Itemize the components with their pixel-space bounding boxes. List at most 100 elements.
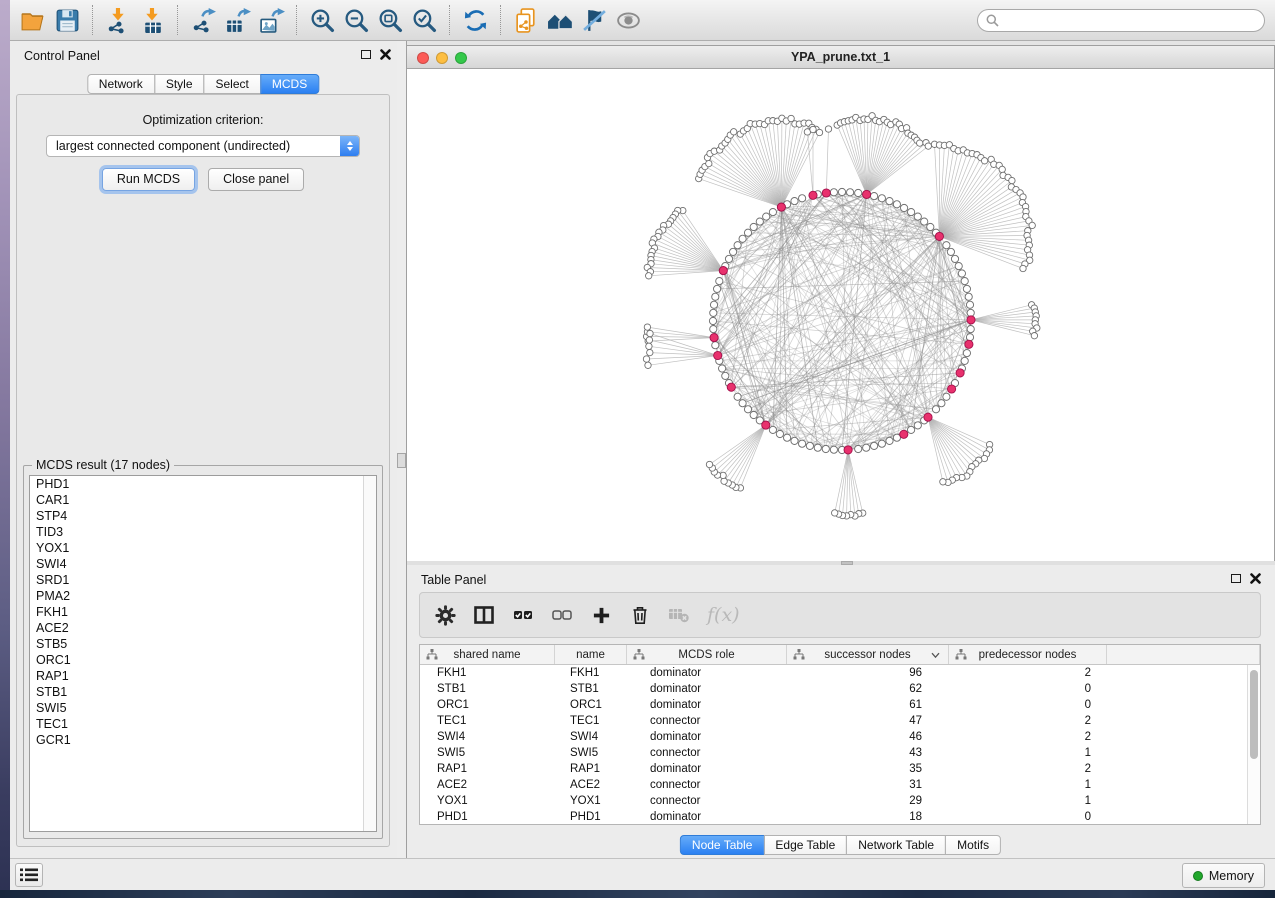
network-leaf-node[interactable] [816, 129, 822, 135]
network-node[interactable] [901, 204, 908, 211]
network-node[interactable] [943, 242, 950, 249]
network-node[interactable] [938, 400, 945, 407]
network-node[interactable] [725, 255, 732, 262]
network-node[interactable] [966, 301, 973, 308]
close-panel-button[interactable]: Close panel [208, 168, 304, 191]
delete-column-icon[interactable] [629, 604, 651, 626]
mcds-result-item[interactable]: ORC1 [30, 652, 376, 668]
network-leaf-node[interactable] [706, 461, 712, 467]
tab-select[interactable]: Select [204, 74, 261, 94]
network-node[interactable] [955, 263, 962, 270]
network-node[interactable] [886, 437, 893, 444]
zoom-out-icon[interactable] [339, 3, 373, 37]
network-node[interactable] [871, 442, 878, 449]
column-header-shared-name[interactable]: shared name [420, 645, 555, 664]
network-node[interactable] [784, 434, 791, 441]
network-node[interactable] [734, 393, 741, 400]
network-node[interactable] [967, 326, 974, 333]
network-leaf-node[interactable] [1009, 177, 1015, 183]
show-graphics-details-icon[interactable] [611, 3, 645, 37]
network-node[interactable] [734, 242, 741, 249]
hide-graphics-details-icon[interactable] [577, 3, 611, 37]
network-leaf-node[interactable] [832, 510, 838, 516]
network-node[interactable] [830, 446, 837, 453]
network-node[interactable] [744, 406, 751, 413]
network-node[interactable] [927, 223, 934, 230]
network-node[interactable] [961, 278, 968, 285]
mcds-result-item[interactable]: TEC1 [30, 716, 376, 732]
network-node[interactable] [914, 213, 921, 220]
network-node[interactable] [921, 218, 928, 225]
network-node[interactable] [838, 188, 845, 195]
network-node[interactable] [830, 189, 837, 196]
close-table-panel-icon[interactable] [1250, 573, 1261, 584]
save-session-icon[interactable] [50, 3, 84, 37]
mcds-node[interactable] [844, 446, 852, 454]
network-node[interactable] [791, 437, 798, 444]
network-node[interactable] [878, 195, 885, 202]
network-node[interactable] [863, 444, 870, 451]
network-leaf-node[interactable] [981, 158, 987, 164]
mcds-list-scrollbar[interactable] [363, 476, 376, 831]
mcds-node[interactable] [809, 191, 817, 199]
network-node[interactable] [932, 406, 939, 413]
run-mcds-button[interactable]: Run MCDS [102, 168, 195, 191]
mcds-result-item[interactable]: YOX1 [30, 540, 376, 556]
table-row[interactable]: PHD1PHD1dominator180 [420, 809, 1260, 825]
mcds-node[interactable] [956, 369, 964, 377]
network-leaf-node[interactable] [706, 160, 712, 166]
float-table-panel-icon[interactable] [1231, 574, 1241, 583]
network-node[interactable] [739, 400, 746, 407]
mcds-result-item[interactable]: SWI5 [30, 700, 376, 716]
export-image-icon[interactable] [254, 3, 288, 37]
network-node[interactable] [710, 309, 717, 316]
network-node[interactable] [847, 189, 854, 196]
search-input[interactable] [1004, 14, 1256, 28]
network-node[interactable] [719, 365, 726, 372]
node-table[interactable]: shared namenameMCDS rolesuccessor nodesp… [419, 644, 1261, 825]
mcds-result-item[interactable]: ACE2 [30, 620, 376, 636]
mcds-result-item[interactable]: CAR1 [30, 492, 376, 508]
network-node[interactable] [714, 285, 721, 292]
float-panel-icon[interactable] [361, 50, 371, 59]
zoom-in-icon[interactable] [305, 3, 339, 37]
network-node[interactable] [769, 426, 776, 433]
network-node[interactable] [855, 445, 862, 452]
task-history-button[interactable] [15, 863, 43, 887]
mcds-node[interactable] [710, 334, 718, 342]
network-node[interactable] [744, 229, 751, 236]
vertical-splitter[interactable] [397, 41, 407, 858]
network-node[interactable] [958, 270, 965, 277]
network-leaf-node[interactable] [1031, 333, 1037, 339]
import-network-icon[interactable] [101, 3, 135, 37]
network-node[interactable] [750, 411, 757, 418]
network-leaf-node[interactable] [646, 273, 652, 279]
mcds-result-item[interactable]: PMA2 [30, 588, 376, 604]
network-graph[interactable] [407, 69, 1274, 561]
network-node[interactable] [769, 209, 776, 216]
mcds-node[interactable] [822, 189, 830, 197]
export-network-icon[interactable] [186, 3, 220, 37]
vertical-splitter-grip[interactable] [397, 453, 406, 468]
memory-button[interactable]: Memory [1182, 863, 1265, 888]
column-header-successor-nodes[interactable]: successor nodes [787, 645, 949, 664]
mcds-node[interactable] [777, 203, 785, 211]
network-node[interactable] [756, 218, 763, 225]
show-all-networks-icon[interactable] [543, 3, 577, 37]
network-leaf-node[interactable] [810, 126, 816, 132]
mcds-node[interactable] [965, 340, 973, 348]
tab-motifs[interactable]: Motifs [945, 835, 1001, 855]
network-leaf-node[interactable] [925, 143, 931, 149]
table-row[interactable]: STB1STB1dominator620 [420, 681, 1260, 697]
network-node[interactable] [914, 422, 921, 429]
mcds-result-item[interactable]: TID3 [30, 524, 376, 540]
network-node[interactable] [806, 442, 813, 449]
network-node[interactable] [709, 317, 716, 324]
network-node[interactable] [722, 372, 729, 379]
network-node[interactable] [712, 342, 719, 349]
network-leaf-node[interactable] [917, 140, 923, 146]
open-file-icon[interactable] [16, 3, 50, 37]
table-scrollbar[interactable] [1247, 665, 1260, 824]
tab-node-table[interactable]: Node Table [680, 835, 765, 855]
export-table-icon[interactable] [220, 3, 254, 37]
